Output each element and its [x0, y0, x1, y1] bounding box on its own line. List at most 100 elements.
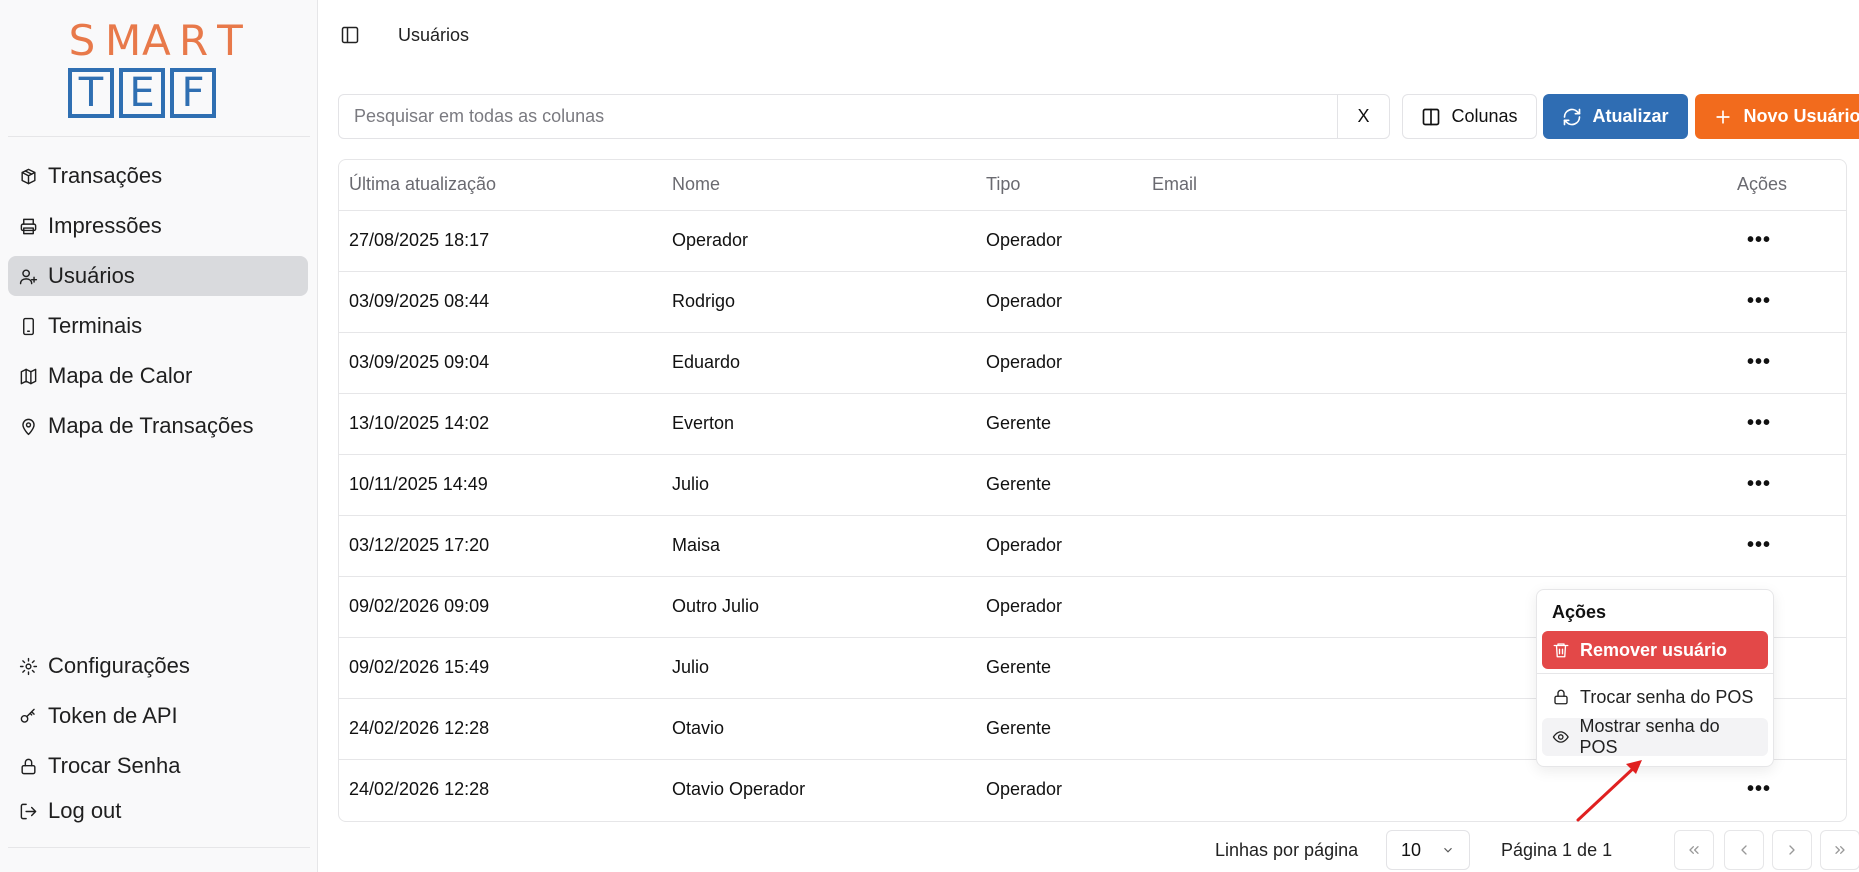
remove-user-menu-item[interactable]: Remover usuário	[1542, 631, 1768, 669]
cell-email	[1142, 271, 1727, 333]
row-actions-button[interactable]: •••	[1747, 779, 1771, 799]
sidebar-item-label: Mapa de Calor	[48, 363, 193, 388]
sidebar-item-transacoes[interactable]: Transações	[8, 156, 308, 196]
lock-icon	[1554, 689, 1568, 705]
row-actions-button[interactable]: •••	[1747, 352, 1771, 372]
breadcrumb: Usuários	[398, 24, 470, 45]
clear-search-button[interactable]: X	[1338, 94, 1390, 139]
table-row[interactable]: 03/09/2025 08:44 Rodrigo Operador •••	[339, 271, 1846, 333]
cell-nome: Julio	[662, 637, 976, 699]
sidebar-nav: Transações Impressões Usuários Terminais…	[8, 156, 308, 456]
cell-nome: Everton	[662, 393, 976, 455]
sidebar-item-label: Usuários	[48, 263, 135, 288]
previous-page-button[interactable]	[1724, 830, 1764, 870]
map-icon	[18, 366, 38, 386]
cell-tipo: Operador	[976, 271, 1142, 333]
cell-acoes: •••	[1727, 454, 1846, 516]
columns-button[interactable]: Colunas	[1402, 94, 1537, 139]
refresh-button[interactable]: Atualizar	[1543, 94, 1688, 139]
trash-icon	[1553, 643, 1569, 658]
table-row[interactable]: 10/11/2025 14:49 Julio Gerente •••	[339, 454, 1846, 516]
row-actions-button[interactable]: •••	[1747, 230, 1771, 250]
cell-acoes: •••	[1727, 271, 1846, 333]
box-icon	[18, 166, 38, 186]
chevron-down-icon	[1444, 847, 1452, 853]
table-row[interactable]: 27/08/2025 18:17 Operador Operador •••	[339, 210, 1846, 272]
cell-tipo: Operador	[976, 332, 1142, 394]
sidebar-item-mapa-de-transacoes[interactable]: Mapa de Transações	[8, 406, 308, 446]
sidebar-item-impressoes[interactable]: Impressões	[8, 206, 308, 246]
rows-per-page-select[interactable]: 10	[1386, 830, 1470, 870]
cell-email	[1142, 210, 1727, 272]
logo-top-text: S M A R T	[68, 16, 245, 65]
app-window: S M A R T T E F Transações Impressões Us…	[0, 0, 1859, 872]
chevron-left-icon	[1741, 845, 1747, 855]
cell-acoes: •••	[1727, 332, 1846, 394]
cell-email	[1142, 393, 1727, 455]
cell-nome: Operador	[662, 210, 976, 272]
last-page-button[interactable]	[1820, 830, 1859, 870]
map-pin-icon	[18, 416, 38, 436]
sidebar-item-log-out[interactable]: Log out	[8, 791, 308, 831]
table-row[interactable]: 03/12/2025 17:20 Maisa Operador •••	[339, 515, 1846, 577]
table-header-row: Última atualização Nome Tipo Email Ações	[339, 160, 1846, 211]
toolbar: X Colunas Atualizar Novo Usuário	[338, 94, 1859, 139]
chevron-right-icon	[1789, 845, 1795, 855]
cell-tipo: Gerente	[976, 637, 1142, 699]
cell-acoes: •••	[1727, 759, 1846, 820]
sidebar-item-label: Mapa de Transações	[48, 413, 254, 438]
column-header-nome[interactable]: Nome	[662, 160, 976, 211]
sidebar-divider	[8, 847, 310, 848]
sidebar-item-mapa-de-calor[interactable]: Mapa de Calor	[8, 356, 308, 396]
new-user-button[interactable]: Novo Usuário	[1695, 94, 1859, 139]
column-header-tipo[interactable]: Tipo	[976, 160, 1142, 211]
cell-ultima-atualizacao: 10/11/2025 14:49	[339, 454, 662, 516]
cell-tipo: Operador	[976, 210, 1142, 272]
page-info: Página 1 de 1	[1501, 840, 1613, 860]
cell-nome: Rodrigo	[662, 271, 976, 333]
sidebar-item-configuracoes[interactable]: Configurações	[8, 646, 308, 686]
cell-tipo: Operador	[986, 779, 1063, 800]
columns-icon	[1423, 108, 1440, 125]
menu-divider	[1537, 673, 1773, 674]
user-plus-icon	[18, 266, 38, 286]
sidebar-item-token-de-api[interactable]: Token de API	[8, 696, 308, 736]
sidebar-item-label: Impressões	[48, 213, 162, 238]
cell-nome: Otavio Operador	[672, 779, 806, 800]
sidebar-item-usuarios[interactable]: Usuários	[8, 256, 308, 296]
sidebar-item-label: Log out	[48, 798, 122, 823]
first-page-button[interactable]	[1674, 830, 1714, 870]
cell-tipo: Operador	[976, 515, 1142, 577]
cell-ultima-atualizacao: 24/02/2026 12:28	[349, 779, 490, 800]
chevrons-left-icon	[1689, 846, 1699, 854]
row-actions-button[interactable]: •••	[1747, 474, 1771, 494]
actions-menu-title: Ações	[1552, 602, 1607, 622]
column-header-email[interactable]: Email	[1142, 160, 1727, 211]
next-page-button[interactable]	[1772, 830, 1812, 870]
cell-ultima-atualizacao: 13/10/2025 14:02	[339, 393, 662, 455]
printer-icon	[18, 216, 38, 236]
cell-nome: Eduardo	[662, 332, 976, 394]
row-actions-button[interactable]: •••	[1747, 535, 1771, 555]
column-header-ultima-atualizacao[interactable]: Última atualização	[339, 160, 662, 211]
row-actions-button[interactable]: •••	[1747, 291, 1771, 311]
cell-nome: Outro Julio	[662, 576, 976, 638]
change-pos-password-menu-item[interactable]: Trocar senha do POS	[1542, 678, 1768, 716]
smarttef-logo[interactable]: S M A R T T E F	[68, 16, 248, 118]
table-row[interactable]: 03/09/2025 09:04 Eduardo Operador •••	[339, 332, 1846, 394]
row-actions-button[interactable]: •••	[1747, 413, 1771, 433]
sidebar-toggle-button[interactable]	[338, 23, 362, 47]
chevrons-right-icon	[1835, 846, 1845, 854]
cell-nome: Maisa	[662, 515, 976, 577]
column-header-acoes: Ações	[1727, 160, 1846, 211]
sidebar-item-trocar-senha[interactable]: Trocar Senha	[8, 746, 308, 786]
annotation-arrow	[1576, 760, 1642, 822]
lock-icon	[18, 756, 38, 776]
cell-tipo: Gerente	[976, 698, 1142, 760]
plus-icon	[1716, 109, 1731, 124]
cell-acoes: •••	[1727, 210, 1846, 272]
search-input[interactable]	[338, 94, 1338, 139]
sidebar-item-terminais[interactable]: Terminais	[8, 306, 308, 346]
table-row[interactable]: 13/10/2025 14:02 Everton Gerente •••	[339, 393, 1846, 455]
cell-ultima-atualizacao: 03/12/2025 17:20	[339, 515, 662, 577]
